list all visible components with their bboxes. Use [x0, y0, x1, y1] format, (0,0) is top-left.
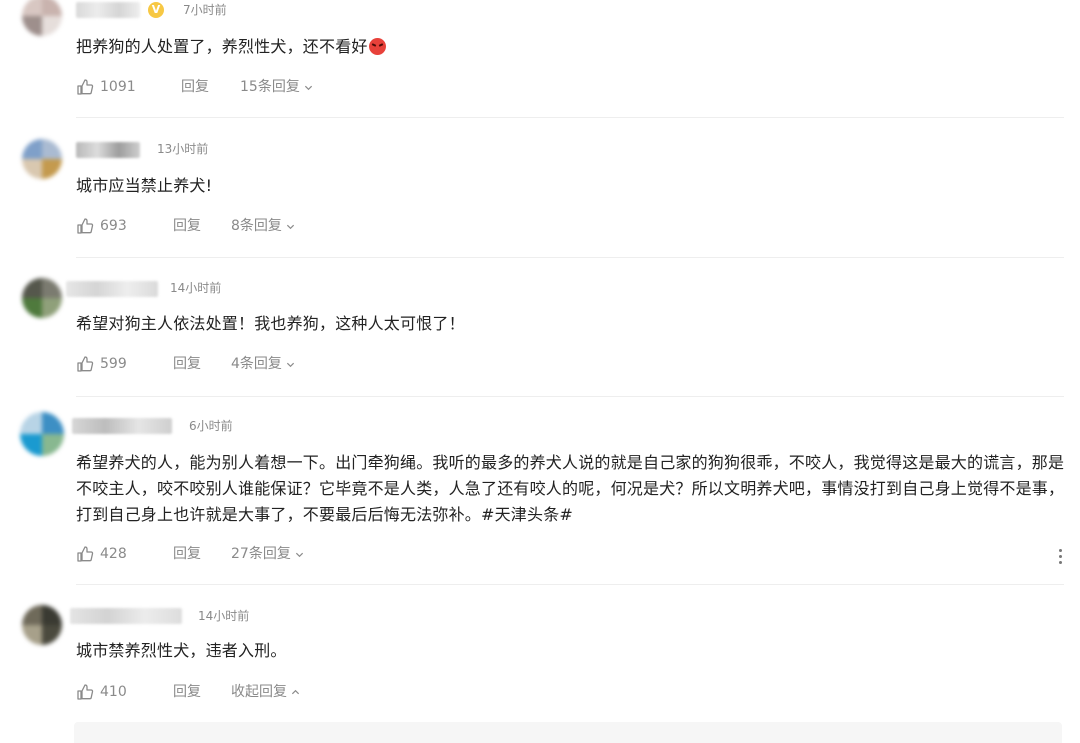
chevron-up-icon	[291, 689, 300, 694]
like-count: 428	[100, 546, 127, 562]
username-redacted[interactable]	[76, 142, 140, 158]
reply-button[interactable]: 回复	[173, 216, 201, 236]
thumbs-up-icon	[77, 79, 94, 95]
like-count: 410	[100, 684, 127, 700]
reply-button[interactable]: 回复	[173, 682, 201, 702]
username-redacted[interactable]	[72, 418, 172, 434]
comment-time: 7小时前	[183, 3, 227, 17]
thumbs-up-icon	[77, 546, 94, 562]
comment-time: 14小时前	[198, 609, 250, 623]
comment-feed: V 7小时前 把养狗的人处置了，养烈性犬，还不看好 1091 回复 15条回复 …	[0, 0, 1080, 743]
thumbs-up-icon	[77, 218, 94, 234]
view-replies-button[interactable]: 15条回复	[240, 77, 313, 97]
nested-replies-panel	[74, 722, 1062, 743]
username-redacted[interactable]	[70, 608, 182, 624]
view-replies-button[interactable]: 27条回复	[231, 544, 304, 564]
avatar[interactable]	[22, 605, 62, 645]
chevron-down-icon	[304, 85, 312, 90]
avatar[interactable]	[22, 278, 62, 318]
replies-count-label: 27条回复	[231, 546, 291, 562]
divider	[76, 117, 1064, 118]
reply-button[interactable]: 回复	[173, 544, 201, 564]
like-count: 1091	[100, 79, 136, 95]
like-button[interactable]: 410	[76, 682, 127, 702]
comment-text: 城市应当禁止养犬!	[76, 176, 213, 195]
comment-time: 14小时前	[170, 281, 222, 295]
comment-text: 把养狗的人处置了，养烈性犬，还不看好	[76, 34, 1066, 60]
comment-text-body: 把养狗的人处置了，养烈性犬，还不看好	[76, 37, 368, 56]
divider	[76, 257, 1064, 258]
collapse-replies-label: 收起回复	[231, 684, 287, 700]
username-redacted[interactable]	[76, 2, 140, 18]
like-count: 599	[100, 356, 127, 372]
like-button[interactable]: 599	[76, 354, 127, 374]
angry-face-icon	[368, 38, 386, 55]
view-replies-button[interactable]: 4条回复	[231, 354, 295, 374]
more-options-icon[interactable]	[1057, 549, 1063, 567]
collapse-replies-button[interactable]: 收起回复	[231, 682, 300, 702]
reply-label: 回复	[173, 218, 201, 234]
replies-count-label: 4条回复	[231, 356, 282, 372]
reply-button[interactable]: 回复	[173, 354, 201, 374]
divider	[76, 396, 1064, 397]
replies-count-label: 8条回复	[231, 218, 282, 234]
avatar[interactable]	[22, 139, 62, 179]
reply-label: 回复	[173, 546, 201, 562]
thumbs-up-icon	[77, 356, 94, 372]
reply-label: 回复	[173, 356, 201, 372]
username-redacted[interactable]	[66, 281, 158, 297]
replies-count-label: 15条回复	[240, 79, 300, 95]
avatar[interactable]	[20, 412, 64, 456]
like-button[interactable]: 428	[76, 544, 127, 564]
view-replies-button[interactable]: 8条回复	[231, 216, 295, 236]
comment-text: 希望养犬的人，能为别人着想一下。出门牵狗绳。我听的最多的养犬人说的就是自己家的狗…	[76, 453, 1065, 524]
comment-text: 希望对狗主人依法处置！我也养狗，这种人太可恨了！	[76, 314, 465, 333]
avatar[interactable]	[22, 0, 62, 36]
chevron-down-icon	[295, 552, 303, 557]
reply-label: 回复	[173, 684, 201, 700]
comment-text: 城市禁养烈性犬，违者入刑。	[76, 641, 287, 660]
comment-time: 13小时前	[157, 142, 209, 156]
like-button[interactable]: 1091	[76, 77, 136, 97]
reply-label: 回复	[181, 79, 209, 95]
thumbs-up-icon	[77, 684, 94, 700]
like-button[interactable]: 693	[76, 216, 127, 236]
chevron-down-icon	[286, 224, 294, 229]
chevron-down-icon	[286, 362, 294, 367]
reply-button[interactable]: 回复	[181, 77, 209, 97]
verified-badge-icon: V	[148, 2, 164, 18]
like-count: 693	[100, 218, 127, 234]
comment-time: 6小时前	[189, 419, 233, 433]
divider	[76, 584, 1064, 585]
